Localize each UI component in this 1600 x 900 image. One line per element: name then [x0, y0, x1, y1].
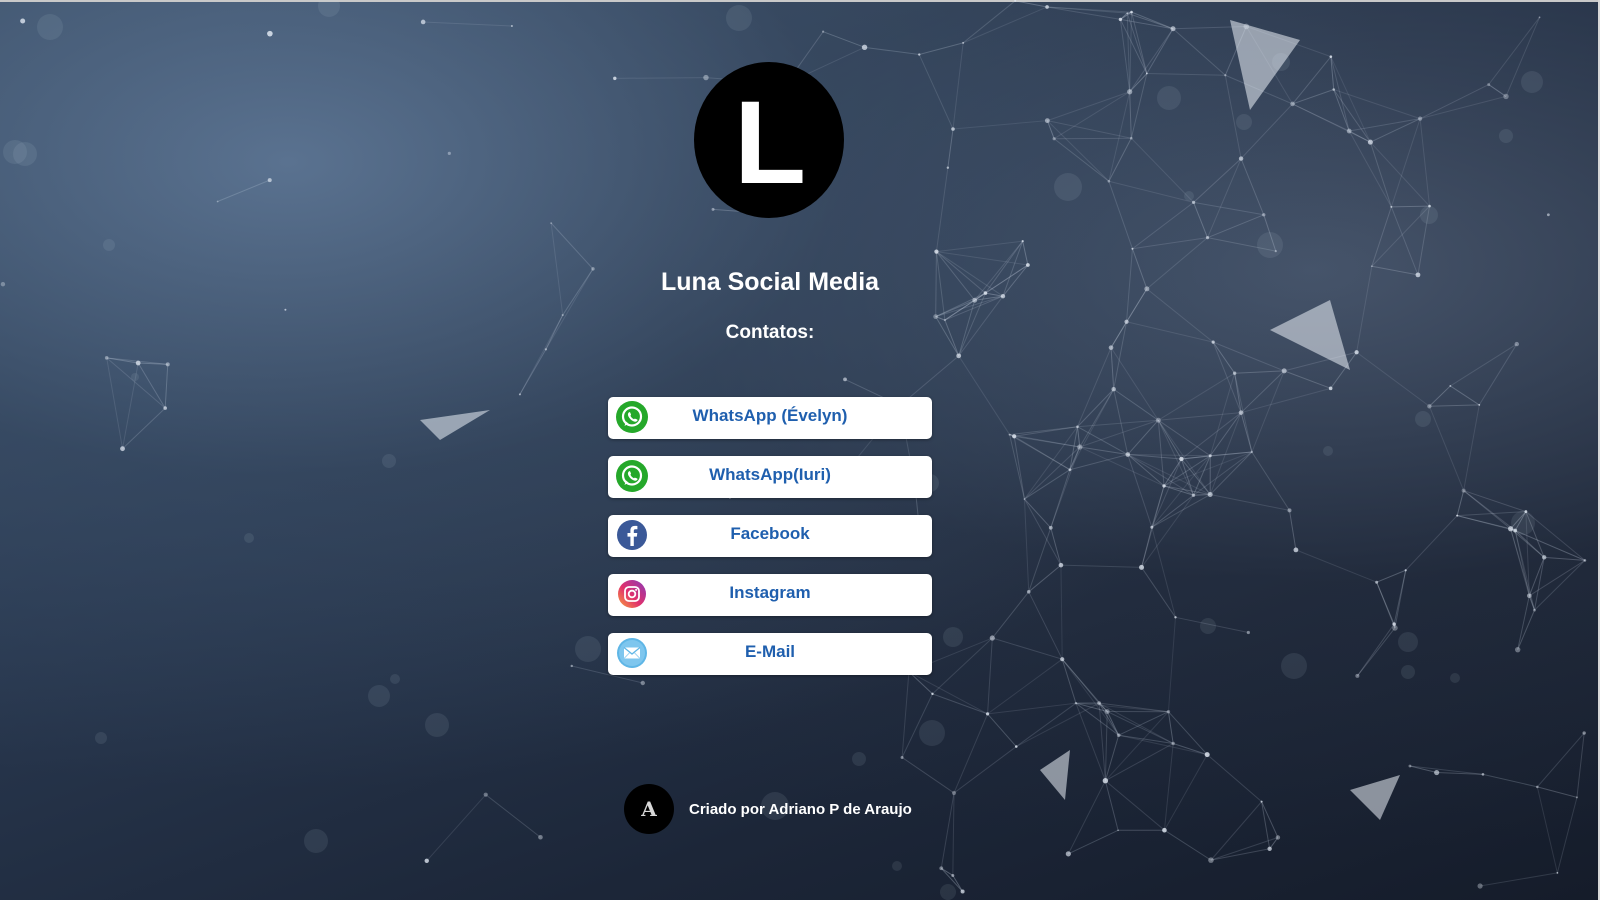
whatsapp-evelyn-button[interactable]: WhatsApp (Évelyn): [608, 397, 932, 439]
link-label: WhatsApp(Iuri): [709, 465, 831, 484]
contacts-heading: Contatos:: [725, 322, 815, 343]
page-title: Luna Social Media: [660, 268, 880, 296]
footer: A Criado por Adriano P de Araujo: [624, 784, 912, 834]
brand-logo: L: [694, 62, 844, 218]
email-button[interactable]: E-Mail: [608, 633, 932, 675]
link-label: Instagram: [729, 583, 811, 602]
contact-links: WhatsApp (Évelyn) WhatsApp(Iuri) Faceboo…: [608, 397, 932, 692]
author-avatar: A: [624, 784, 674, 834]
avatar-letter: A: [641, 797, 657, 821]
link-label: E-Mail: [744, 642, 796, 661]
logo-letter: L: [733, 77, 807, 209]
author-credit: Criado por Adriano P de Araujo: [689, 800, 912, 818]
facebook-button[interactable]: Facebook: [608, 515, 932, 557]
page: L Luna Social Media Contatos: WhatsApp (…: [0, 0, 1600, 900]
instagram-button[interactable]: Instagram: [608, 574, 932, 616]
link-label: WhatsApp (Évelyn): [692, 406, 848, 425]
whatsapp-iuri-button[interactable]: WhatsApp(Iuri): [608, 456, 932, 498]
link-label: Facebook: [730, 524, 810, 543]
